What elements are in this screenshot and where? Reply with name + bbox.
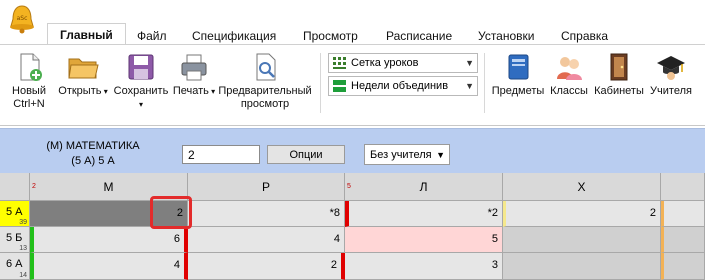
teachers-button[interactable]: Учителя	[647, 51, 695, 98]
grid-cell[interactable]: 4	[30, 253, 188, 280]
lessons-grid: 2 М Р 5 Л Х 5 А 39 2 *8 *2 2 5 Б 13 6 4 …	[0, 173, 705, 280]
column-label: Х	[577, 180, 586, 194]
ribbon-tabstrip: aSc Главный Файл Спецификация Просмотр Р…	[0, 0, 705, 46]
view-mode-dropdown[interactable]: Сетка уроков ▼	[328, 53, 478, 73]
row-count: 14	[19, 272, 27, 279]
row-label: 6 А	[6, 258, 23, 270]
save-button[interactable]: Сохранить ▾	[112, 51, 170, 111]
lesson-info-panel: (М) МАТЕМАТИКА (5 А) 5 А 2 Опции Без учи…	[0, 128, 705, 173]
row-header-5a[interactable]: 5 А 39	[0, 201, 30, 227]
svg-text:aSc: aSc	[17, 15, 28, 22]
grid-cell[interactable]: 5	[345, 227, 503, 253]
ribbon-separator	[320, 53, 321, 113]
lesson-grid-icon	[333, 57, 346, 69]
grid-cell[interactable]: 2	[188, 253, 345, 280]
column-header-l[interactable]: 5 Л	[345, 173, 503, 201]
preview-magnifier-icon	[256, 53, 276, 81]
chevron-down-icon: ▾	[101, 87, 108, 96]
ribbon-separator	[484, 53, 485, 113]
grid-cell[interactable]	[661, 201, 705, 227]
grid-cell[interactable]: 3	[345, 253, 503, 280]
row-count: 39	[19, 219, 27, 226]
printer-icon	[181, 54, 207, 81]
subjects-label: Предметы	[491, 85, 545, 97]
column-header-next[interactable]	[661, 173, 705, 201]
print-preview-button[interactable]: Предварительный просмотр	[215, 51, 315, 111]
new-button-label: Новый Ctrl+N	[12, 85, 46, 110]
print-button-label: Печать	[172, 85, 209, 97]
subjects-button[interactable]: Предметы	[489, 51, 547, 98]
chevron-down-icon: ▼	[465, 58, 474, 68]
grid-cell[interactable]	[503, 227, 661, 253]
students-icon	[557, 57, 582, 80]
grid-corner	[0, 173, 30, 201]
weeks-mode-dropdown[interactable]: Недели объединив ▼	[328, 76, 478, 96]
graduation-cap-icon	[657, 56, 685, 80]
grid-cell[interactable]: *2	[345, 201, 503, 227]
grid-cell[interactable]	[661, 253, 705, 280]
column-label: Л	[419, 180, 428, 194]
row-header-5b[interactable]: 5 Б 13	[0, 227, 30, 253]
grid-cell[interactable]	[661, 227, 705, 253]
open-button-label: Открыть	[58, 85, 102, 97]
options-button[interactable]: Опции	[267, 145, 345, 164]
column-header-r[interactable]: Р	[188, 173, 345, 201]
row-label: 5 Б	[6, 232, 23, 244]
tab-main[interactable]: Главный	[47, 23, 126, 46]
teachers-label: Учителя	[650, 85, 692, 97]
door-icon	[610, 53, 628, 81]
column-header-h[interactable]: Х	[503, 173, 661, 201]
selection-highlight	[150, 196, 192, 229]
classes-label: Классы	[550, 85, 588, 97]
new-document-icon	[20, 53, 42, 81]
subject-name: (М) МАТЕМАТИКА	[46, 140, 140, 152]
classes-button[interactable]: Классы	[548, 51, 590, 98]
weeks-icon	[333, 80, 346, 92]
save-button-label: Сохранить	[113, 85, 169, 97]
new-button[interactable]: Новый Ctrl+N	[6, 51, 52, 111]
grid-cell[interactable]: 6	[30, 227, 188, 253]
row-header-6a[interactable]: 6 А 14	[0, 253, 30, 280]
weeks-mode-value: Недели объединив	[351, 80, 449, 92]
column-badge: 2	[32, 183, 36, 190]
ribbon-body: Новый Ctrl+N Открыть ▾ Сохранить ▾ Печат…	[0, 45, 705, 126]
column-label: М	[103, 180, 114, 194]
view-mode-value: Сетка уроков	[351, 57, 419, 69]
print-button[interactable]: Печать ▾	[172, 51, 216, 98]
chevron-down-icon: ▼	[465, 81, 474, 91]
chevron-down-icon: ▾	[138, 100, 143, 109]
teacher-select[interactable]: Без учителя ▼	[364, 144, 450, 165]
book-icon	[508, 54, 529, 80]
app-menu-bell-icon[interactable]: aSc	[6, 3, 38, 35]
lesson-count-input[interactable]: 2	[182, 145, 260, 164]
class-name: (5 А) 5 А	[71, 155, 115, 167]
grid-cell[interactable]: 4	[188, 227, 345, 253]
floppy-disk-icon	[128, 54, 154, 80]
print-preview-label: Предварительный просмотр	[218, 85, 312, 110]
open-button[interactable]: Открыть ▾	[58, 51, 108, 98]
rooms-label: Кабинеты	[594, 85, 644, 97]
grid-cell[interactable]	[503, 253, 661, 280]
row-count: 13	[19, 245, 27, 252]
current-lesson-title: (М) МАТЕМАТИКА (5 А) 5 А	[38, 139, 148, 169]
column-label: Р	[261, 180, 270, 194]
teacher-select-value: Без учителя	[370, 149, 432, 161]
chevron-down-icon: ▼	[436, 150, 445, 160]
folder-icon	[68, 58, 99, 79]
grid-cell[interactable]: 2	[503, 201, 661, 227]
grid-cell[interactable]: *8	[188, 201, 345, 227]
row-label: 5 А	[6, 206, 23, 218]
rooms-button[interactable]: Кабинеты	[591, 51, 647, 98]
column-badge: 5	[347, 183, 351, 190]
